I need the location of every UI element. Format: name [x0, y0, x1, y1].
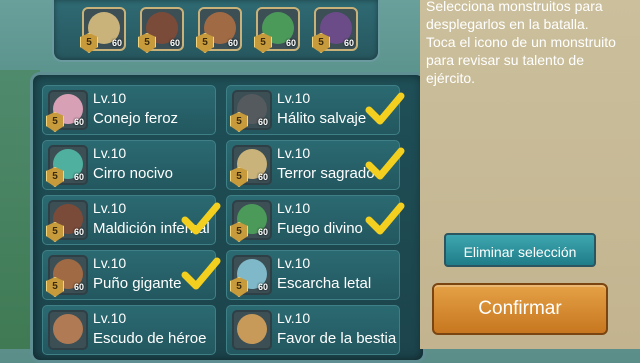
rank-badge: 5: [230, 112, 248, 132]
monster-card[interactable]: 5 60 Lv.10 Hálito salvaje: [226, 85, 405, 135]
monster-portrait-icon[interactable]: 5 60: [230, 255, 272, 297]
rank-badge: 5: [230, 167, 248, 187]
monster-level: Lv.10: [277, 145, 311, 161]
level-number: 60: [111, 38, 122, 48]
level-number: 60: [257, 117, 268, 127]
monster-name: Fuego divino: [277, 220, 363, 237]
monster-card[interactable]: 5 60 Lv.10 Terror sagrado: [226, 140, 405, 190]
monster-portrait-icon[interactable]: [48, 310, 88, 350]
monster-list-panel[interactable]: 5 60 Lv.10 Conejo feroz 5 60 Lv.10 Hálit…: [30, 72, 426, 363]
level-number: 60: [343, 38, 354, 48]
monster-portrait-icon[interactable]: 5 60: [46, 145, 88, 187]
clear-selection-button[interactable]: Eliminar selección: [444, 233, 596, 267]
monster-level: Lv.10: [277, 90, 311, 106]
monster-name: Puño gigante: [93, 275, 182, 292]
rank-badge: 5: [196, 33, 214, 53]
monster-card[interactable]: Lv.10 Favor de la bestia: [226, 305, 400, 355]
rank-badge: 5: [312, 33, 330, 53]
monster-level: Lv.10: [277, 310, 311, 326]
monster-level: Lv.10: [277, 200, 311, 216]
monster-name: Conejo feroz: [93, 110, 179, 127]
monster-card[interactable]: 5 60 Lv.10 Conejo feroz: [42, 85, 216, 135]
monster-portrait-icon[interactable]: [232, 310, 272, 350]
monster-portrait-icon[interactable]: 5 60: [46, 255, 88, 297]
level-number: 60: [257, 227, 268, 237]
rank-badge: 5: [46, 112, 64, 132]
level-number: 60: [73, 117, 84, 127]
checkmark-icon: [365, 202, 405, 235]
rank-badge: 5: [230, 222, 248, 242]
rank-badge: 5: [80, 33, 98, 53]
monster-card[interactable]: 5 60 Lv.10 Maldición infernal: [42, 195, 221, 245]
monster-name: Cirro nocivo: [93, 165, 174, 182]
monster-name: Escarcha letal: [277, 275, 372, 292]
level-number: 60: [73, 227, 84, 237]
level-number: 60: [257, 172, 268, 182]
monster-level: Lv.10: [93, 310, 127, 326]
rank-badge: 5: [46, 167, 64, 187]
checkmark-icon: [365, 92, 405, 125]
monster-level: Lv.10: [93, 90, 127, 106]
monster-card[interactable]: 5 60 Lv.10 Puño gigante: [42, 250, 221, 300]
level-number: 60: [73, 172, 84, 182]
monster-level: Lv.10: [93, 200, 127, 216]
confirm-button[interactable]: Confirmar: [432, 283, 608, 335]
monster-portrait-icon[interactable]: 5 60: [46, 90, 88, 132]
selected-monsters-tray: 5 60 5 60 5 60 5 60 5 60: [52, 0, 380, 62]
selected-monster-slot[interactable]: 5 60: [138, 7, 184, 53]
rank-badge: 5: [254, 33, 272, 53]
rank-badge: 5: [230, 277, 248, 297]
portrait-face: [53, 314, 83, 344]
rank-badge: 5: [138, 33, 156, 53]
monster-name: Favor de la bestia: [277, 330, 397, 347]
level-number: 60: [257, 282, 268, 292]
level-number: 60: [227, 38, 238, 48]
monster-name: Escudo de héroe: [93, 330, 207, 347]
level-number: 60: [73, 282, 84, 292]
rank-badge: 5: [46, 277, 64, 297]
level-number: 60: [285, 38, 296, 48]
level-number: 60: [169, 38, 180, 48]
monster-portrait-icon[interactable]: 5 60: [230, 200, 272, 242]
portrait-face: [237, 314, 267, 344]
selected-monster-slot[interactable]: 5 60: [254, 7, 300, 53]
instructions-text: Selecciona monstruitos para desplegarlos…: [426, 0, 616, 86]
selected-monster-slot[interactable]: 5 60: [196, 7, 242, 53]
monster-name: Hálito salvaje: [277, 110, 367, 127]
checkmark-icon: [181, 257, 221, 290]
monster-portrait-icon[interactable]: 5 60: [230, 145, 272, 187]
monster-card[interactable]: 5 60 Lv.10 Fuego divino: [226, 195, 405, 245]
selected-monster-slot[interactable]: 5 60: [312, 7, 358, 53]
monster-level: Lv.10: [277, 255, 311, 271]
checkmark-icon: [365, 147, 405, 180]
rank-badge: 5: [46, 222, 64, 242]
checkmark-icon: [181, 202, 221, 235]
monster-card[interactable]: 5 60 Lv.10 Cirro nocivo: [42, 140, 216, 190]
monster-name: Terror sagrado: [277, 165, 375, 182]
monster-level: Lv.10: [93, 255, 127, 271]
monster-level: Lv.10: [93, 145, 127, 161]
selected-monster-slot[interactable]: 5 60: [80, 7, 126, 53]
monster-card[interactable]: 5 60 Lv.10 Escarcha letal: [226, 250, 400, 300]
monster-portrait-icon[interactable]: 5 60: [230, 90, 272, 132]
monster-portrait-icon[interactable]: 5 60: [46, 200, 88, 242]
monster-card[interactable]: Lv.10 Escudo de héroe: [42, 305, 216, 355]
